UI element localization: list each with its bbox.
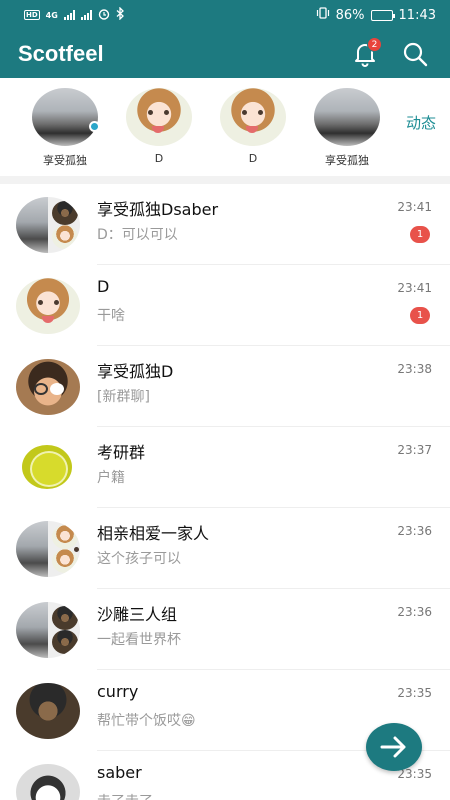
story-item[interactable]: 享受孤独 [300, 88, 394, 168]
chat-name: 享受孤独Dsaber [97, 200, 219, 219]
avatar [16, 439, 80, 496]
avatar [220, 88, 286, 146]
alarm-icon [98, 8, 110, 23]
story-name: D [248, 152, 258, 165]
clock: 11:43 [398, 7, 436, 23]
divider [0, 176, 450, 184]
chat-time: 23:38 [397, 362, 432, 376]
chat-body: 沙雕三人组 一起看世界杯 23:36 [97, 589, 450, 670]
arrow-right-icon [380, 736, 406, 758]
feed-link[interactable]: 动态 [406, 112, 436, 133]
notification-badge: 2 [367, 37, 382, 52]
chat-preview: 帮忙带个饭哎😁 [97, 713, 196, 729]
chat-preview: 走了走了 [97, 791, 153, 800]
chat-time: 23:41 [397, 200, 432, 214]
group-avatar [16, 520, 80, 577]
signal-2-icon [80, 10, 92, 20]
avatar [314, 88, 380, 146]
chat-name: 享受孤独D [97, 362, 174, 381]
story-item[interactable]: D [206, 88, 300, 165]
chat-time: 23:36 [397, 524, 432, 538]
chat-preview: D：可以可以 [97, 227, 178, 243]
chat-preview: 户籍 [97, 470, 125, 486]
chat-body: 享受孤独D [新群聊] 23:38 [97, 346, 450, 427]
hd-icon: HD [24, 10, 40, 20]
search-button[interactable] [398, 37, 432, 71]
chat-name: 相亲相爱一家人 [97, 524, 210, 543]
chat-body: 相亲相爱一家人 这个孩子可以 23:36 [97, 508, 450, 589]
chat-name: saber [97, 763, 142, 782]
chat-row[interactable]: D 干啥 23:41 1 [0, 265, 450, 346]
signal-icon [63, 10, 75, 20]
story-name: 享受孤独 [43, 154, 87, 167]
search-icon [403, 42, 428, 67]
battery-icon [370, 9, 395, 21]
unread-badge: 1 [410, 307, 430, 324]
story-name: 享受孤独 [325, 154, 369, 167]
story-item[interactable]: 享受孤独 [18, 88, 112, 168]
chat-preview: [新群聊] [97, 389, 150, 405]
avatar [16, 763, 80, 800]
chat-time: 23:36 [397, 605, 432, 619]
unread-badge: 1 [410, 226, 430, 243]
chat-time: 23:37 [397, 443, 432, 457]
status-left: HD 4G [24, 6, 125, 23]
chat-name: 考研群 [97, 443, 146, 462]
avatar [16, 358, 80, 415]
avatar [16, 682, 80, 739]
chat-row[interactable]: 考研群 户籍 23:37 [0, 427, 450, 508]
app-header: Scotfeel 2 [0, 30, 450, 78]
chat-preview: 这个孩子可以 [97, 551, 181, 567]
bluetooth-icon [116, 6, 125, 23]
chat-body: 享受孤独Dsaber D：可以可以 23:41 1 [97, 184, 450, 265]
chat-row[interactable]: 享受孤独D [新群聊] 23:38 [0, 346, 450, 427]
chat-body: 考研群 户籍 23:37 [97, 427, 450, 508]
network-type: 4G [45, 10, 58, 20]
battery-percent: 86% [335, 7, 365, 23]
chat-name: 沙雕三人组 [97, 605, 178, 624]
chat-row[interactable]: 享受孤独Dsaber D：可以可以 23:41 1 [0, 184, 450, 265]
chat-row[interactable]: 沙雕三人组 一起看世界杯 23:36 [0, 589, 450, 670]
status-bar: HD 4G 86% 11:43 [0, 0, 450, 30]
new-chat-fab[interactable] [366, 723, 422, 771]
story-name: D [154, 152, 164, 165]
avatar [126, 88, 192, 146]
avatar [32, 88, 98, 146]
status-right: 86% 11:43 [316, 7, 436, 23]
vibrate-icon [316, 7, 330, 23]
notifications-button[interactable]: 2 [348, 37, 382, 71]
chat-preview: 一起看世界杯 [97, 632, 181, 648]
chat-time: 23:41 [397, 281, 432, 295]
chat-body: D 干啥 23:41 1 [97, 265, 450, 346]
chat-time: 23:35 [397, 686, 432, 700]
chat-name: curry [97, 682, 139, 701]
chat-row[interactable]: 相亲相爱一家人 这个孩子可以 23:36 [0, 508, 450, 589]
app-title: Scotfeel [18, 41, 104, 66]
online-dot [89, 121, 100, 132]
chat-name: D [97, 277, 110, 296]
group-avatar [16, 601, 80, 658]
stories-row: 享受孤独 D D 享受孤独 动态 [0, 78, 450, 176]
story-item[interactable]: D [112, 88, 206, 165]
story-avatar-wrap [32, 88, 100, 146]
chat-preview: 干啥 [97, 308, 125, 324]
chat-list[interactable]: 享受孤独Dsaber D：可以可以 23:41 1 D 干啥 23:41 1 享… [0, 184, 450, 800]
group-avatar [16, 196, 80, 253]
avatar [16, 277, 80, 334]
